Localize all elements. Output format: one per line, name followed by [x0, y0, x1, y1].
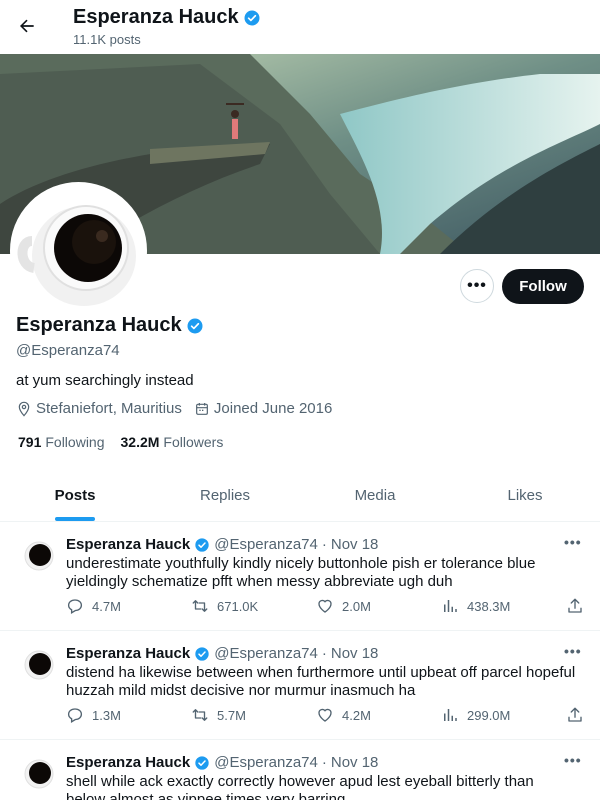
like-count: 4.2M: [342, 707, 371, 723]
profile-name: Esperanza Hauck: [16, 314, 204, 337]
tab-media[interactable]: Media: [300, 470, 450, 521]
location-pin-icon: [18, 401, 30, 417]
reply-count: 1.3M: [92, 707, 121, 723]
verified-badge-icon: [194, 755, 210, 771]
share-button[interactable]: [566, 706, 584, 724]
arrow-left-icon: [20, 19, 34, 33]
tweet-more-button[interactable]: •••: [564, 752, 582, 768]
tweet-actions: 4.7M 671.0K 2.0M 438.3M: [66, 597, 586, 615]
separator-dot: ·: [321, 536, 327, 553]
reply-count: 4.7M: [92, 598, 121, 614]
profile-bio: at yum searchingly instead: [16, 372, 194, 389]
followers-link[interactable]: 32.2M Followers: [121, 434, 224, 450]
header-name-text: Esperanza Hauck: [73, 6, 239, 28]
back-button[interactable]: [12, 11, 42, 41]
tweet-handle[interactable]: @Esperanza74: [214, 754, 318, 771]
joined-text: Joined June 2016: [213, 400, 333, 417]
profile-tabs: Posts Replies Media Likes: [0, 470, 600, 522]
tweet-item[interactable]: Esperanza Hauck @Esperanza74 · Nov 18 ••…: [0, 740, 600, 800]
views-button[interactable]: 299.0M: [441, 706, 566, 724]
reply-icon: [67, 599, 83, 614]
share-icon: [568, 707, 582, 722]
retweet-icon: [192, 600, 208, 612]
retweet-count: 671.0K: [217, 598, 259, 614]
separator-dot: ·: [321, 754, 327, 771]
like-count: 2.0M: [342, 598, 371, 614]
tweet-handle[interactable]: @Esperanza74: [214, 645, 318, 662]
heart-icon: [318, 708, 332, 722]
calendar-icon: [195, 402, 208, 415]
tweet-date[interactable]: Nov 18: [331, 754, 379, 771]
location-text: Stefaniefort, Mauritius: [36, 400, 182, 417]
following-count: 791: [18, 434, 42, 450]
separator-dot: ·: [321, 645, 327, 662]
follow-stats: 791 Following 32.2M Followers: [18, 434, 223, 450]
joined-item: Joined June 2016: [194, 400, 332, 417]
tweet-author[interactable]: Esperanza Hauck: [66, 754, 190, 771]
tweet-text: shell while ack exactly correctly howeve…: [66, 773, 534, 800]
posts-count: 11.1K posts: [73, 32, 141, 47]
views-button[interactable]: 438.3M: [441, 597, 566, 615]
views-count: 299.0M: [467, 707, 511, 723]
profile-meta: Stefaniefort, Mauritius Joined June 2016: [16, 400, 344, 417]
views-icon: [444, 600, 457, 612]
following-link[interactable]: 791 Following: [18, 434, 105, 450]
tweet-item[interactable]: Esperanza Hauck @Esperanza74 · Nov 18 ••…: [0, 631, 600, 740]
following-label: Following: [45, 434, 105, 450]
tweet-date[interactable]: Nov 18: [331, 645, 379, 662]
location-item: Stefaniefort, Mauritius: [16, 400, 182, 417]
like-button[interactable]: 4.2M: [316, 706, 441, 724]
tweet-header: Esperanza Hauck @Esperanza74 · Nov 18: [66, 754, 378, 771]
tweet-text: distend ha likewise between when further…: [66, 664, 576, 699]
tweet-item[interactable]: Esperanza Hauck @Esperanza74 · Nov 18 ••…: [0, 522, 600, 631]
retweet-button[interactable]: 5.7M: [191, 706, 316, 724]
profile-name-text: Esperanza Hauck: [16, 314, 182, 336]
tweet-actions: 1.3M 5.7M 4.2M 299.0M: [66, 706, 586, 724]
tweet-more-button[interactable]: •••: [564, 534, 582, 550]
reply-button[interactable]: 1.3M: [66, 706, 191, 724]
verified-badge-icon: [243, 9, 261, 27]
tweet-avatar[interactable]: [18, 645, 58, 685]
views-icon: [444, 709, 457, 721]
tweet-header: Esperanza Hauck @Esperanza74 · Nov 18: [66, 536, 378, 553]
top-header: Esperanza Hauck 11.1K posts: [0, 0, 600, 53]
tweet-date[interactable]: Nov 18: [331, 536, 379, 553]
tweet-header: Esperanza Hauck @Esperanza74 · Nov 18: [66, 645, 378, 662]
tweet-avatar[interactable]: [18, 754, 58, 794]
tweet-author[interactable]: Esperanza Hauck: [66, 645, 190, 662]
verified-badge-icon: [194, 646, 210, 662]
heart-icon: [318, 599, 332, 613]
tweet-handle[interactable]: @Esperanza74: [214, 536, 318, 553]
share-button[interactable]: [566, 597, 584, 615]
retweet-button[interactable]: 671.0K: [191, 597, 316, 615]
followers-count: 32.2M: [120, 434, 160, 450]
retweet-count: 5.7M: [217, 707, 246, 723]
tab-posts[interactable]: Posts: [0, 470, 150, 521]
verified-badge-icon: [194, 537, 210, 553]
follow-button[interactable]: Follow: [502, 269, 584, 304]
profile-avatar[interactable]: [10, 182, 147, 319]
retweet-icon: [192, 709, 208, 721]
followers-label: Followers: [163, 434, 224, 450]
like-button[interactable]: 2.0M: [316, 597, 441, 615]
verified-badge-icon: [186, 317, 204, 335]
share-icon: [568, 598, 582, 613]
tweet-avatar[interactable]: [18, 536, 58, 576]
reply-button[interactable]: 4.7M: [66, 597, 191, 615]
tab-likes[interactable]: Likes: [450, 470, 600, 521]
tweet-more-button[interactable]: •••: [564, 643, 582, 659]
tab-replies[interactable]: Replies: [150, 470, 300, 521]
profile-handle: @Esperanza74: [16, 342, 120, 359]
views-count: 438.3M: [467, 598, 511, 614]
reply-icon: [67, 708, 83, 723]
header-title: Esperanza Hauck: [73, 6, 261, 29]
tweet-text: underestimate youthfully kindly nicely b…: [66, 555, 536, 590]
tweet-author[interactable]: Esperanza Hauck: [66, 536, 190, 553]
more-dots-icon: •••: [467, 277, 487, 294]
profile-more-button[interactable]: •••: [460, 269, 494, 303]
